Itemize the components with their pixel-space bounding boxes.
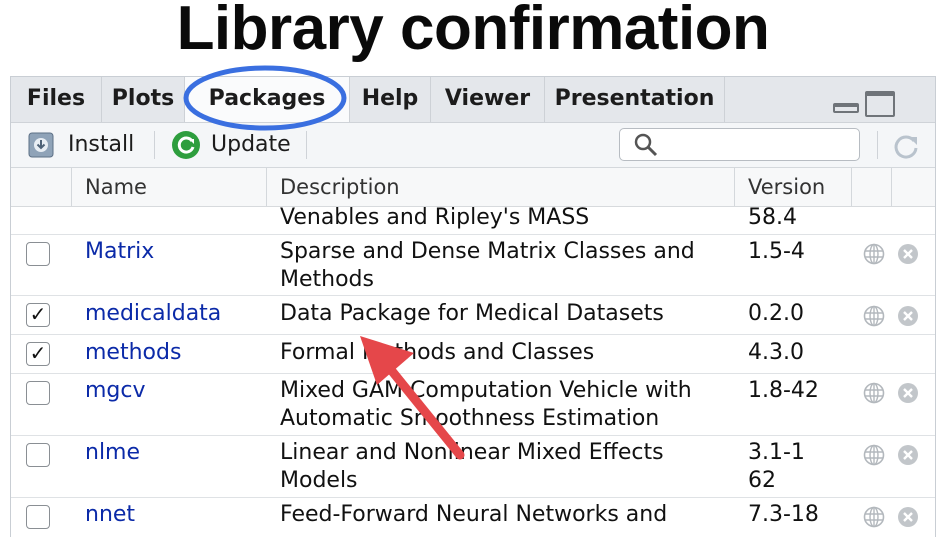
package-name-link[interactable]: methods xyxy=(85,339,181,367)
minimize-icon[interactable] xyxy=(833,103,859,113)
package-description: Linear and Nonlinear Mixed Effects Model… xyxy=(280,440,664,493)
package-description: Venables and Ripley's MASS xyxy=(280,205,590,230)
remove-package-icon[interactable] xyxy=(897,506,919,528)
remove-package-icon[interactable] xyxy=(897,243,919,265)
globe-icon[interactable] xyxy=(863,243,885,265)
column-divider xyxy=(891,168,892,206)
package-description: Sparse and Dense Matrix Classes and Meth… xyxy=(280,239,695,292)
table-row: Venables and Ripley's MASS 58.4 xyxy=(11,205,935,235)
package-description: Data Package for Medical Datasets xyxy=(280,301,664,326)
column-header-name[interactable]: Name xyxy=(85,168,147,206)
install-label: Install xyxy=(68,132,135,157)
package-checkbox[interactable] xyxy=(26,242,50,266)
package-name-link[interactable]: Matrix xyxy=(85,238,154,266)
package-checkbox[interactable]: ✓ xyxy=(26,303,50,327)
package-checkbox[interactable] xyxy=(26,381,50,405)
toolbar-divider xyxy=(306,131,307,159)
table-row: ✓ methods Formal Methods and Classes 4.3… xyxy=(11,335,935,374)
tab-plots[interactable]: Plots xyxy=(102,77,185,122)
package-version: 1.5-4 xyxy=(748,239,805,264)
tab-files[interactable]: Files xyxy=(11,77,102,122)
package-version: 3.1-162 xyxy=(748,440,805,493)
package-version: 4.3.0 xyxy=(748,340,804,365)
table-header: Name Description Version xyxy=(11,168,935,207)
search-icon xyxy=(634,133,658,157)
globe-icon[interactable] xyxy=(863,506,885,528)
toolbar-divider xyxy=(877,131,878,159)
table-row: nnet Feed-Forward Neural Networks and 7.… xyxy=(11,498,935,538)
tab-help[interactable]: Help xyxy=(350,77,431,122)
package-checkbox[interactable] xyxy=(26,443,50,467)
tab-packages[interactable]: Packages xyxy=(185,77,350,122)
package-description: Formal Methods and Classes xyxy=(280,340,595,365)
package-version: 58.4 xyxy=(748,205,797,230)
remove-package-icon[interactable] xyxy=(897,382,919,404)
package-version: 7.3-18 xyxy=(748,502,819,527)
remove-package-icon[interactable] xyxy=(897,305,919,327)
package-name-link[interactable]: medicaldata xyxy=(85,300,221,328)
column-header-description[interactable]: Description xyxy=(280,168,400,206)
package-version: 1.8-42 xyxy=(748,378,819,403)
table-row: ✓ medicaldata Data Package for Medical D… xyxy=(11,296,935,335)
package-name-link[interactable]: nnet xyxy=(85,501,135,529)
maximize-icon[interactable] xyxy=(865,91,895,117)
tab-presentation[interactable]: Presentation xyxy=(545,77,725,122)
table-row: nlme Linear and Nonlinear Mixed Effects … xyxy=(11,436,935,498)
column-divider xyxy=(266,168,267,206)
package-search-input[interactable] xyxy=(619,128,860,161)
packages-pane: Files Plots Packages Help Viewer Present… xyxy=(10,76,936,537)
toolbar-divider xyxy=(154,131,155,159)
remove-package-icon[interactable] xyxy=(897,444,919,466)
package-version: 0.2.0 xyxy=(748,301,804,326)
column-divider xyxy=(734,168,735,206)
package-name-link[interactable]: nlme xyxy=(85,439,140,467)
column-header-version[interactable]: Version xyxy=(748,168,825,206)
globe-icon[interactable] xyxy=(863,305,885,327)
package-description: Feed-Forward Neural Networks and xyxy=(280,502,668,527)
column-divider xyxy=(71,168,72,206)
package-checkbox[interactable]: ✓ xyxy=(26,342,50,366)
update-icon xyxy=(172,131,200,159)
package-checkbox[interactable] xyxy=(26,505,50,529)
packages-toolbar: Install Update xyxy=(11,123,935,168)
tab-viewer[interactable]: Viewer xyxy=(431,77,545,122)
install-icon xyxy=(28,132,54,158)
table-row: Matrix Sparse and Dense Matrix Classes a… xyxy=(11,235,935,296)
package-name-link[interactable]: mgcv xyxy=(85,377,146,405)
update-label: Update xyxy=(211,132,291,157)
page-title: Library confirmation xyxy=(176,0,770,63)
column-divider xyxy=(851,168,852,206)
globe-icon[interactable] xyxy=(863,382,885,404)
tab-bar: Files Plots Packages Help Viewer Present… xyxy=(11,77,935,123)
table-row: mgcv Mixed GAM Computation Vehicle with … xyxy=(11,374,935,436)
package-description: Mixed GAM Computation Vehicle with Autom… xyxy=(280,378,692,431)
refresh-icon[interactable] xyxy=(891,131,921,161)
globe-icon[interactable] xyxy=(863,444,885,466)
